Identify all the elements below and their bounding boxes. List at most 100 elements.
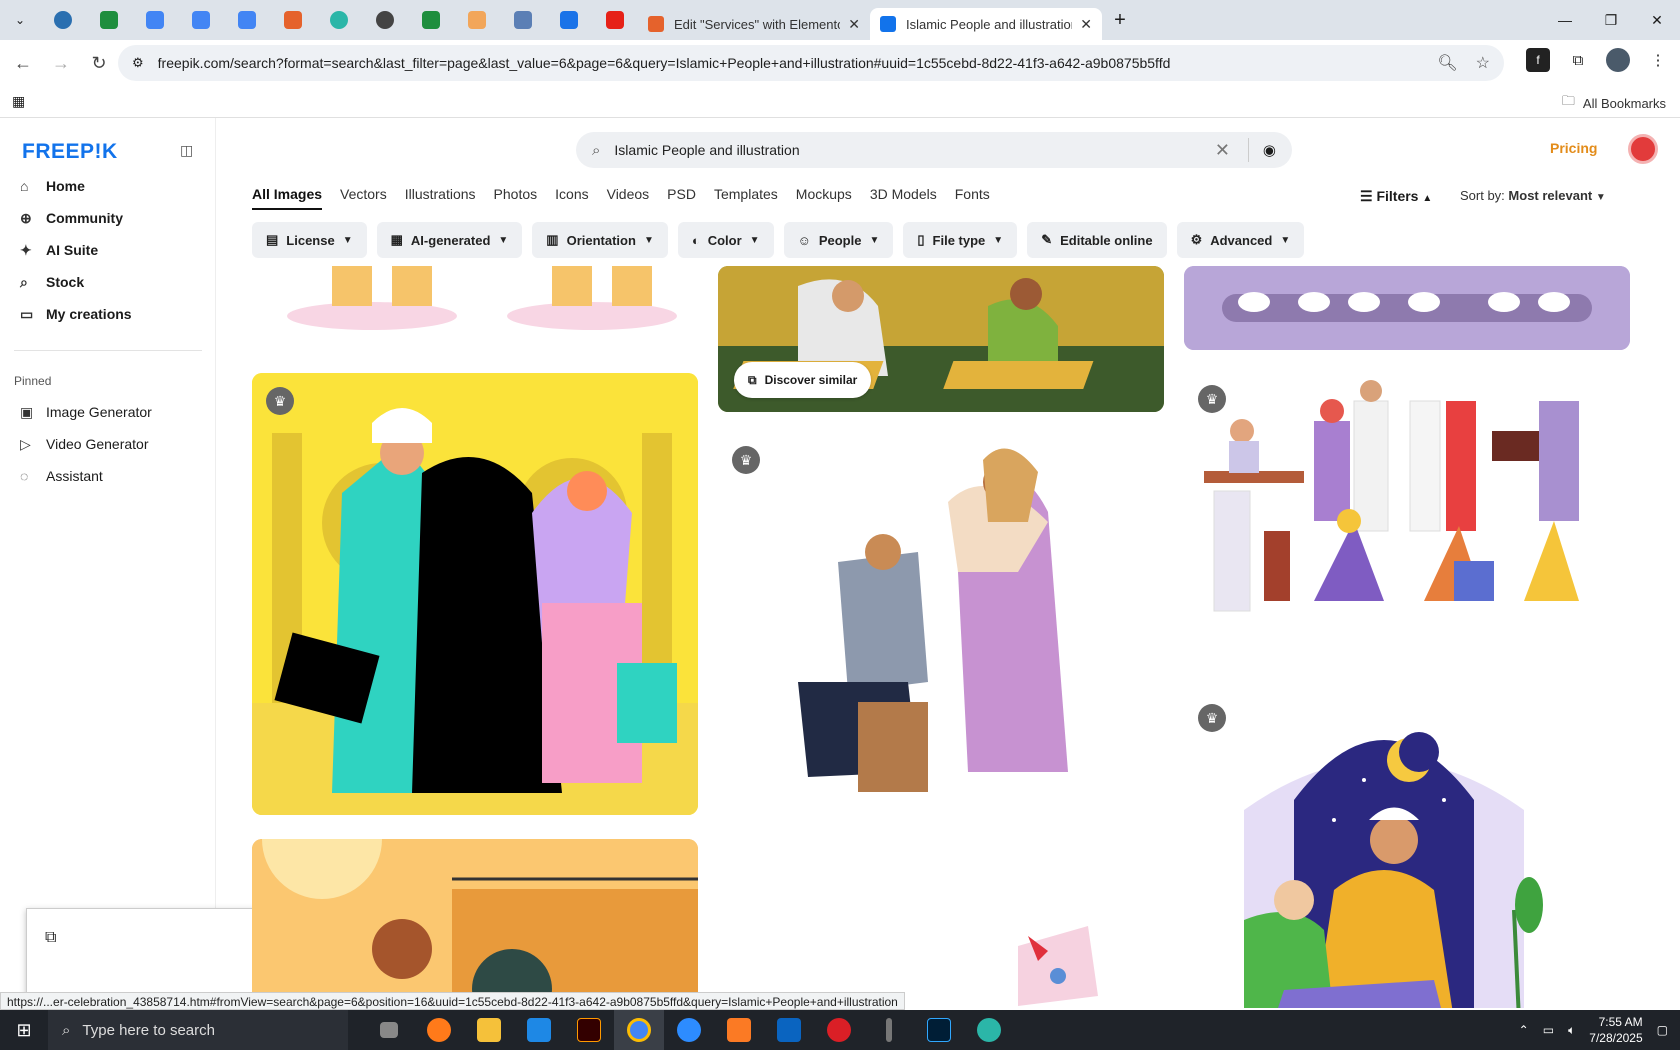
pinned-tab[interactable] [224, 0, 270, 40]
tab-all-images[interactable]: All Images [252, 186, 323, 210]
discover-similar-button[interactable]: ⧉ Discover similar [734, 362, 872, 398]
pinned-tab[interactable] [178, 0, 224, 40]
all-bookmarks[interactable]: 🗀 All Bookmarks [1562, 92, 1666, 114]
sidebar-item-ai-suite[interactable]: ✦ AI Suite [20, 234, 210, 266]
filter-file-type[interactable]: ▯ File type ▼ [903, 222, 1018, 258]
taskbar-search[interactable]: ⌕ Type here to search [48, 1010, 348, 1050]
tab-templates[interactable]: Templates [714, 186, 778, 210]
xampp-icon[interactable] [714, 1010, 764, 1050]
filter-advanced[interactable]: ⚙ Advanced ▼ [1176, 222, 1305, 258]
clear-search-icon[interactable]: ✕ [1215, 140, 1230, 161]
tab-videos[interactable]: Videos [607, 186, 650, 210]
tab-icons[interactable]: Icons [555, 186, 588, 210]
pinned-tab[interactable] [316, 0, 362, 40]
address-bar[interactable]: ⚙ freepik.com/search?format=search&last_… [118, 45, 1504, 81]
clock[interactable]: 7:55 AM 7/28/2025 [1589, 1014, 1642, 1046]
filters-button[interactable]: ☰ Filters ▲ [1360, 188, 1432, 205]
pinned-tab[interactable] [408, 0, 454, 40]
tab-search-icon[interactable]: ⌄ [0, 0, 40, 40]
url-text[interactable]: freepik.com/search?format=search&last_fi… [158, 55, 1438, 71]
sidebar-item-image-generator[interactable]: ▣ Image Generator [20, 396, 152, 428]
sort-dropdown[interactable]: Sort by: Most relevant ▼ [1460, 188, 1606, 203]
tab-vectors[interactable]: Vectors [340, 186, 387, 210]
minimize-icon[interactable]: — [1542, 0, 1588, 40]
result-card[interactable]: ⧉ Discover similar [718, 266, 1164, 412]
result-card[interactable]: ♛ [1184, 371, 1630, 637]
extension-icon[interactable]: f [1526, 48, 1550, 72]
filter-ai-generated[interactable]: ▦ AI-generated ▼ [376, 222, 523, 258]
filter-editable-online[interactable]: ✎ Editable online [1027, 222, 1167, 258]
zoom-app-icon[interactable] [664, 1010, 714, 1050]
apps-grid-icon[interactable]: ▦ [12, 93, 25, 110]
reload-icon[interactable]: ↻ [80, 44, 118, 82]
pinned-tab[interactable] [362, 0, 408, 40]
camera-icon[interactable]: ◉ [1263, 141, 1276, 159]
tab-fonts[interactable]: Fonts [955, 186, 990, 210]
sidebar-item-assistant[interactable]: ◌ Assistant [20, 460, 152, 492]
result-card[interactable] [252, 839, 698, 1008]
pinned-tab[interactable] [454, 0, 500, 40]
sidebar-collapse-icon[interactable]: ◫ [180, 142, 193, 159]
pinned-tab[interactable] [40, 0, 86, 40]
outlook-icon[interactable] [764, 1010, 814, 1050]
pinned-tab[interactable] [270, 0, 316, 40]
task-view-icon[interactable] [364, 1010, 414, 1050]
freepik-logo[interactable]: FREEP!K [22, 140, 118, 164]
sidebar-item-video-generator[interactable]: ▷ Video Generator [20, 428, 152, 460]
browser-tab-active[interactable]: Islamic People and illustration ✕ [870, 8, 1102, 40]
photoshop-icon[interactable] [914, 1010, 964, 1050]
zoom-icon[interactable]: 🔍︎ [1437, 53, 1457, 73]
new-tab-button[interactable]: + [1102, 2, 1138, 38]
vscode-icon[interactable] [514, 1010, 564, 1050]
site-info-icon[interactable]: ⚙ [132, 55, 144, 71]
result-card[interactable]: ♛ [252, 373, 698, 815]
sidebar-item-my-creations[interactable]: ▭ My creations [20, 298, 210, 330]
volume-icon[interactable]: 🔈︎ [1568, 1023, 1575, 1038]
pricing-link[interactable]: Pricing [1550, 140, 1597, 156]
search-query[interactable]: Islamic People and illustration [614, 142, 1214, 158]
tab-3d-models[interactable]: 3D Models [870, 186, 937, 210]
filter-color[interactable]: ◐ Color ▼ [677, 222, 774, 258]
close-window-icon[interactable]: ✕ [1634, 0, 1680, 40]
sidebar-item-community[interactable]: ⊕ Community [20, 202, 210, 234]
more-menu-icon[interactable]: ⋮ [1646, 48, 1670, 72]
network-icon[interactable]: ▭ [1543, 1023, 1554, 1037]
pinned-tab[interactable] [592, 0, 638, 40]
restore-icon[interactable]: ❐ [1588, 0, 1634, 40]
result-card[interactable]: ♛ [1184, 690, 1630, 1008]
illustrator-icon[interactable] [564, 1010, 614, 1050]
sidebar-item-stock[interactable]: ⌕ Stock [20, 266, 210, 298]
pinned-tab[interactable] [132, 0, 178, 40]
filter-orientation[interactable]: ▥ Orientation ▼ [532, 222, 668, 258]
browser-tab[interactable]: Edit "Services" with Elementor ✕ [638, 8, 870, 40]
user-avatar[interactable] [1628, 134, 1658, 164]
chevron-up-icon[interactable]: ⌃ [1519, 1023, 1529, 1037]
creative-cloud-icon[interactable] [814, 1010, 864, 1050]
notification-icon[interactable]: ▢ [1657, 1023, 1668, 1037]
tab-psd[interactable]: PSD [667, 186, 696, 210]
pinned-tab[interactable] [500, 0, 546, 40]
close-tab-icon[interactable]: ✕ [848, 16, 860, 33]
back-icon[interactable]: ← [4, 44, 42, 82]
app-icon[interactable] [964, 1010, 1014, 1050]
filter-people[interactable]: ☺ People ▼ [783, 222, 894, 258]
sidebar-item-home[interactable]: ⌂ Home [20, 170, 210, 202]
file-explorer-icon[interactable] [464, 1010, 514, 1050]
windows-start-icon[interactable]: ⊞ [0, 1010, 48, 1050]
filter-license[interactable]: ▤ License ▼ [252, 222, 367, 258]
result-card[interactable] [1184, 266, 1630, 350]
pinned-tab[interactable] [546, 0, 592, 40]
pen-tool-icon[interactable] [864, 1010, 914, 1050]
forward-icon[interactable]: → [42, 44, 80, 82]
tab-mockups[interactable]: Mockups [796, 186, 852, 210]
puzzle-icon[interactable]: ⧉ [1566, 48, 1590, 72]
close-tab-icon[interactable]: ✕ [1080, 16, 1092, 33]
tab-illustrations[interactable]: Illustrations [405, 186, 476, 210]
bookmark-star-icon[interactable]: ☆ [1476, 53, 1490, 73]
chrome-icon[interactable] [614, 1010, 664, 1050]
profile-avatar[interactable] [1606, 48, 1630, 72]
pinned-tab[interactable] [86, 0, 132, 40]
tab-photos[interactable]: Photos [494, 186, 538, 210]
result-card[interactable]: ♛ [718, 432, 1164, 812]
result-card[interactable] [252, 266, 698, 336]
